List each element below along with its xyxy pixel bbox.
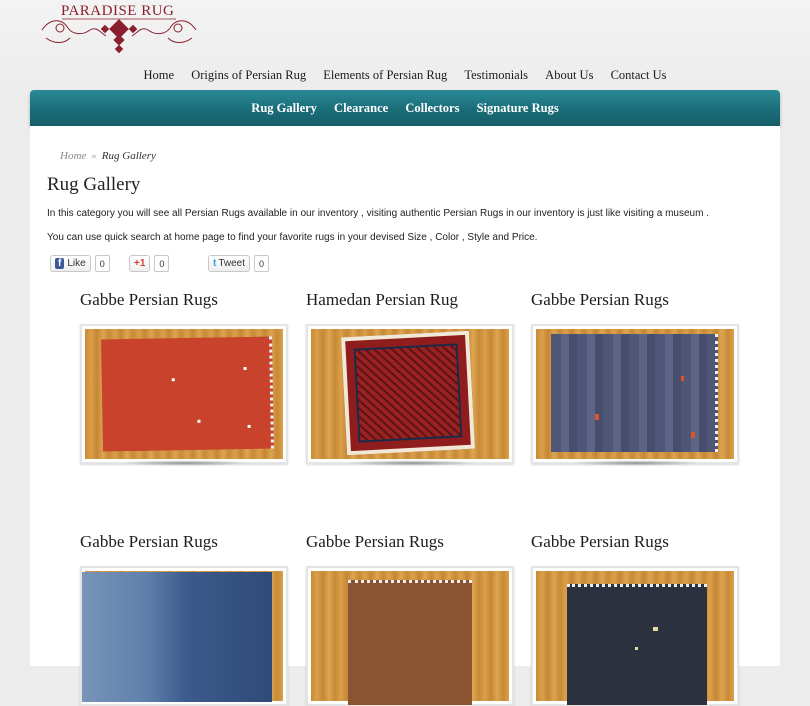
product-image[interactable]: [306, 566, 514, 706]
twitter-bird-icon: t: [213, 258, 217, 269]
product-title[interactable]: Gabbe Persian Rugs: [80, 290, 218, 310]
product-title[interactable]: Gabbe Persian Rugs: [531, 290, 669, 310]
nav-contact-us[interactable]: Contact Us: [611, 68, 667, 82]
rug-image: [551, 334, 718, 452]
product-title[interactable]: Gabbe Persian Rugs: [80, 532, 218, 552]
google-plus-widget: +1 0: [129, 255, 170, 272]
rug-image: [567, 584, 707, 705]
nav-testimonials[interactable]: Testimonials: [464, 68, 528, 82]
nav-signature-rugs[interactable]: Signature Rugs: [477, 101, 559, 115]
rug-image: [101, 336, 274, 452]
tweet-count: 0: [254, 255, 270, 272]
facebook-like-label: Like: [67, 258, 86, 269]
nav-home[interactable]: Home: [144, 68, 175, 82]
image-shadow: [346, 460, 476, 466]
rug-image: [340, 330, 476, 456]
twitter-widget: t Tweet 0: [208, 255, 270, 272]
product-image[interactable]: [306, 324, 514, 464]
image-shadow: [571, 460, 701, 466]
category-navigation-bar: Rug Gallery Clearance Collectors Signatu…: [30, 90, 780, 126]
breadcrumb-separator: »: [91, 150, 97, 162]
google-plus-count: 0: [154, 255, 170, 272]
product-image[interactable]: [531, 566, 739, 706]
intro-text-2: You can use quick search at home page to…: [47, 232, 538, 243]
product-title[interactable]: Gabbe Persian Rugs: [306, 532, 444, 552]
nav-elements-of-persian-rug[interactable]: Elements of Persian Rug: [323, 68, 447, 82]
product-title[interactable]: Gabbe Persian Rugs: [531, 532, 669, 552]
google-plus-one-label: +1: [134, 258, 146, 269]
category-navigation: Rug Gallery Clearance Collectors Signatu…: [30, 101, 780, 116]
image-shadow: [120, 460, 250, 466]
intro-text-1: In this category you will see all Persia…: [47, 208, 709, 219]
facebook-icon: f: [55, 258, 65, 269]
facebook-like-count: 0: [94, 255, 110, 272]
top-navigation: Home Origins of Persian Rug Elements of …: [0, 68, 810, 86]
breadcrumb-home[interactable]: Home: [60, 150, 86, 162]
nav-collectors[interactable]: Collectors: [405, 101, 459, 115]
breadcrumb-current: Rug Gallery: [101, 150, 156, 162]
nav-about-us[interactable]: About Us: [545, 68, 593, 82]
nav-origins-of-persian-rug[interactable]: Origins of Persian Rug: [191, 68, 306, 82]
facebook-like-button[interactable]: f Like: [50, 255, 91, 272]
rug-image: [82, 572, 272, 702]
site-logo[interactable]: PARADISE RUG: [38, 0, 200, 60]
breadcrumb: Home » Rug Gallery: [60, 150, 156, 162]
tweet-button[interactable]: t Tweet: [208, 255, 251, 272]
product-title[interactable]: Hamedan Persian Rug: [306, 290, 458, 310]
product-image[interactable]: [531, 324, 739, 464]
nav-clearance[interactable]: Clearance: [334, 101, 388, 115]
rug-image: [348, 580, 472, 705]
tweet-label: Tweet: [218, 258, 246, 269]
nav-rug-gallery[interactable]: Rug Gallery: [251, 101, 317, 115]
product-image[interactable]: [80, 566, 288, 706]
content-panel: Home » Rug Gallery Rug Gallery In this cat…: [30, 126, 780, 706]
google-plus-one-button[interactable]: +1: [129, 255, 151, 272]
product-image[interactable]: [80, 324, 288, 464]
facebook-like-widget: f Like 0: [50, 255, 110, 272]
logo-text: PARADISE RUG: [61, 3, 175, 19]
page-title: Rug Gallery: [47, 174, 141, 195]
